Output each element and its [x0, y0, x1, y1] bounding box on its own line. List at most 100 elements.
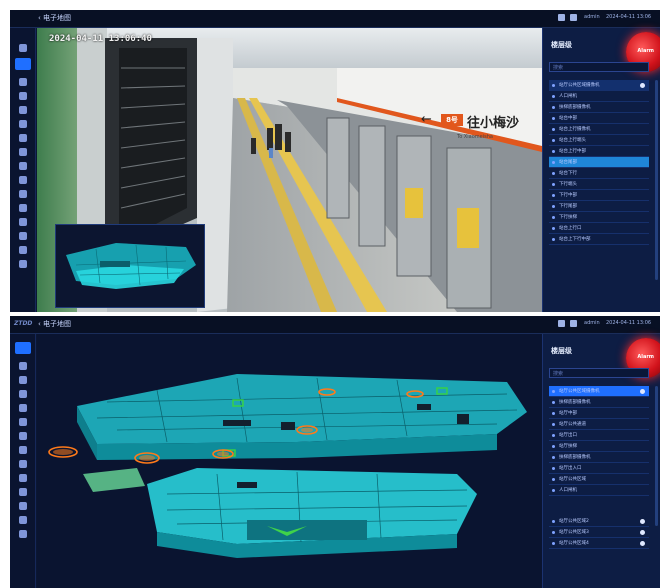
- toggle-icon[interactable]: [640, 541, 645, 546]
- username[interactable]: admin: [584, 320, 600, 326]
- search-input[interactable]: 搜索: [549, 368, 649, 378]
- search-input[interactable]: 搜索: [549, 62, 649, 72]
- bell-icon[interactable]: [558, 320, 565, 327]
- list-item[interactable]: 站厅公共区域摄像机: [549, 386, 649, 397]
- pin-icon[interactable]: [19, 390, 27, 398]
- list-item[interactable]: 站台上行端头: [549, 135, 649, 146]
- camera-icon: [552, 95, 555, 98]
- chart-icon[interactable]: [19, 162, 27, 170]
- list-item[interactable]: 站厅出入口: [549, 463, 649, 474]
- map-icon[interactable]: [15, 58, 31, 70]
- expand-icon: [552, 520, 555, 523]
- mail-icon[interactable]: [570, 320, 577, 327]
- pin-icon[interactable]: [19, 106, 27, 114]
- list-item-label: 站台上行口: [559, 226, 582, 231]
- toggle-icon[interactable]: [640, 83, 645, 88]
- tool-icon[interactable]: [19, 530, 27, 538]
- scrollbar[interactable]: [655, 386, 658, 526]
- apps-icon[interactable]: [19, 460, 27, 468]
- bottom-panel: ZTDD ‹ 电子地图 admin 2024-04-11 13:06 Alarm…: [10, 316, 660, 588]
- alarm-label: Alarm: [637, 48, 654, 54]
- scrollbar[interactable]: [655, 80, 658, 280]
- group-item[interactable]: 站厅公共区域3: [549, 527, 649, 538]
- list-icon[interactable]: [19, 148, 27, 156]
- list-item[interactable]: 站厅扶梯: [549, 441, 649, 452]
- list-item[interactable]: 扶梯底部摄像机: [549, 102, 649, 113]
- camera-icon: [552, 128, 555, 131]
- username[interactable]: admin: [584, 14, 600, 20]
- list-item[interactable]: 站厅公共区域: [549, 474, 649, 485]
- layers-icon[interactable]: [19, 376, 27, 384]
- back-link[interactable]: ‹ 电子地图: [38, 13, 71, 23]
- camera-icon: [552, 150, 555, 153]
- settings-icon[interactable]: [19, 502, 27, 510]
- list-item-label: 下行中部: [559, 193, 577, 198]
- list-item[interactable]: 站厅中部: [549, 408, 649, 419]
- list-item[interactable]: 扶梯底部摄像机: [549, 452, 649, 463]
- list-item-selected[interactable]: 站台尾部: [549, 157, 649, 168]
- doc-icon[interactable]: [19, 474, 27, 482]
- tt-icon[interactable]: [19, 134, 27, 142]
- alarm-label: Alarm: [637, 354, 654, 360]
- shield-icon[interactable]: [19, 120, 27, 128]
- camera-icon: [552, 106, 555, 109]
- user-icon[interactable]: [19, 488, 27, 496]
- group-item[interactable]: 站厅公共区域2: [549, 516, 649, 527]
- list-item[interactable]: 下行扶梯: [549, 212, 649, 223]
- video-icon[interactable]: [19, 362, 27, 370]
- toggle-icon[interactable]: [640, 389, 645, 394]
- camera-list: 站厅公共区域摄像机 人口闸机 扶梯底部摄像机 站台中部 站台上行摄像机 站台上行…: [549, 80, 657, 245]
- list-item[interactable]: 下行端头: [549, 179, 649, 190]
- camera-view[interactable]: 2024-04-11 13:06:40 ← 8号 往小梅沙 To Xiaomei…: [37, 28, 542, 312]
- mail-icon[interactable]: [570, 14, 577, 21]
- toggle-icon[interactable]: [640, 519, 645, 524]
- list-item[interactable]: 下行尾部: [549, 201, 649, 212]
- list-item[interactable]: 站台中部: [549, 113, 649, 124]
- list-icon[interactable]: [19, 432, 27, 440]
- group-item[interactable]: 站厅公共区域4: [549, 538, 649, 549]
- video-icon[interactable]: [19, 78, 27, 86]
- list-item[interactable]: 人口闸机: [549, 485, 649, 496]
- logo: ZTDD: [14, 320, 33, 327]
- list-item[interactable]: 站厅公共通道: [549, 419, 649, 430]
- 3d-map-view[interactable]: [37, 334, 542, 588]
- list-item[interactable]: 人口闸机: [549, 91, 649, 102]
- list-item-label: 扶梯底部摄像机: [559, 455, 591, 460]
- camera-icon: [552, 205, 555, 208]
- list-item[interactable]: 站台上行口: [549, 223, 649, 234]
- search-placeholder: 搜索: [553, 371, 564, 377]
- chart-icon[interactable]: [19, 446, 27, 454]
- station-sign-en: To Xiaomeisha: [457, 134, 493, 140]
- back-link[interactable]: ‹ 电子地图: [38, 319, 71, 329]
- top-bar: ‹ 电子地图 admin 2024-04-11 13:06: [10, 10, 660, 28]
- settings-icon[interactable]: [19, 218, 27, 226]
- info-icon[interactable]: [19, 516, 27, 524]
- station-sign: 往小梅沙: [467, 116, 520, 131]
- bell-icon[interactable]: [558, 14, 565, 21]
- list-item[interactable]: 站台上行中部: [549, 146, 649, 157]
- list-item[interactable]: 站厅出口: [549, 430, 649, 441]
- info-icon[interactable]: [19, 232, 27, 240]
- doc-icon[interactable]: [19, 190, 27, 198]
- layers-icon[interactable]: [19, 92, 27, 100]
- list-item[interactable]: 站台上行摄像机: [549, 124, 649, 135]
- list-item[interactable]: 扶梯底部摄像机: [549, 397, 649, 408]
- panel-title: 楼层级: [551, 41, 572, 49]
- list-item-label: 人口闸机: [559, 94, 577, 99]
- camera-icon: [552, 434, 555, 437]
- grid-icon[interactable]: [19, 44, 27, 52]
- sidebar: [10, 334, 36, 588]
- map-icon[interactable]: [15, 342, 31, 354]
- list-item[interactable]: 站厅公共区域摄像机: [549, 80, 649, 91]
- power-icon[interactable]: [19, 260, 27, 268]
- list-item[interactable]: 下行中部: [549, 190, 649, 201]
- tool-icon[interactable]: [19, 246, 27, 254]
- tt-icon[interactable]: [19, 418, 27, 426]
- apps-icon[interactable]: [19, 176, 27, 184]
- toggle-icon[interactable]: [640, 530, 645, 535]
- shield-icon[interactable]: [19, 404, 27, 412]
- list-item[interactable]: 站台下行: [549, 168, 649, 179]
- user-icon[interactable]: [19, 204, 27, 212]
- floor-minimap[interactable]: [55, 224, 205, 308]
- list-item[interactable]: 站台上下行中部: [549, 234, 649, 245]
